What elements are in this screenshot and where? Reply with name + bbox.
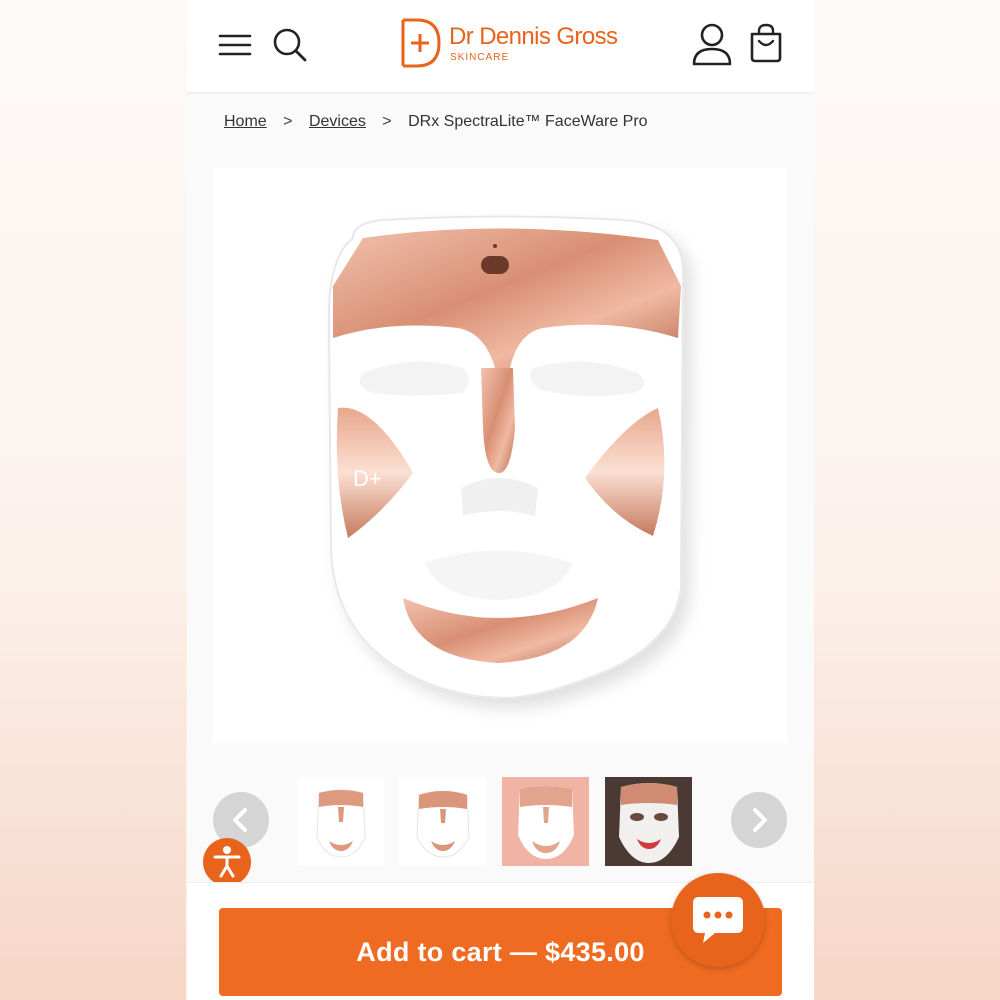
breadcrumb-separator: > [382, 113, 392, 130]
chevron-right-icon [753, 808, 767, 832]
thumbnail-1[interactable] [297, 777, 384, 866]
menu-icon[interactable] [217, 28, 253, 64]
site-header: Dr Dennis Gross SKINCARE [187, 0, 814, 93]
svg-text:D+: D+ [353, 466, 382, 491]
breadcrumb-home-link[interactable]: Home [224, 113, 267, 130]
carousel-next-button[interactable] [731, 792, 787, 848]
chat-button[interactable] [671, 873, 765, 967]
thumbnail-4[interactable] [605, 777, 692, 866]
brand-logo[interactable]: Dr Dennis Gross SKINCARE [399, 18, 618, 70]
product-main-image[interactable]: D+ [213, 168, 787, 743]
thumbnail-3[interactable] [502, 777, 589, 866]
accessibility-button[interactable] [203, 838, 251, 886]
brand-tagline: SKINCARE [450, 52, 510, 63]
led-face-mask-icon [518, 786, 574, 859]
breadcrumb: Home > Devices > DRx SpectraLite™ FaceWa… [224, 113, 648, 131]
background-right [814, 0, 1000, 1000]
cart-icon[interactable] [747, 22, 785, 64]
breadcrumb-devices-link[interactable]: Devices [309, 113, 366, 130]
accessibility-icon [213, 846, 241, 878]
led-face-mask-image: D+ [327, 215, 685, 700]
product-thumbnail-carousel [187, 768, 814, 878]
thumbnail-2[interactable] [399, 777, 486, 866]
model-wearing-mask-icon [605, 777, 692, 866]
mobile-page: Dr Dennis Gross SKINCARE Home > Devices … [187, 0, 814, 1000]
led-face-mask-icon [416, 790, 470, 858]
chat-icon [693, 897, 743, 943]
brand-logo-mark-icon [401, 18, 441, 68]
led-face-mask-icon [316, 789, 366, 858]
breadcrumb-separator: > [283, 113, 293, 130]
brand-name: Dr Dennis Gross [449, 23, 618, 50]
background-left [0, 0, 186, 1000]
account-icon[interactable] [691, 22, 733, 68]
breadcrumb-current: DRx SpectraLite™ FaceWare Pro [408, 113, 648, 130]
search-icon[interactable] [271, 26, 309, 64]
